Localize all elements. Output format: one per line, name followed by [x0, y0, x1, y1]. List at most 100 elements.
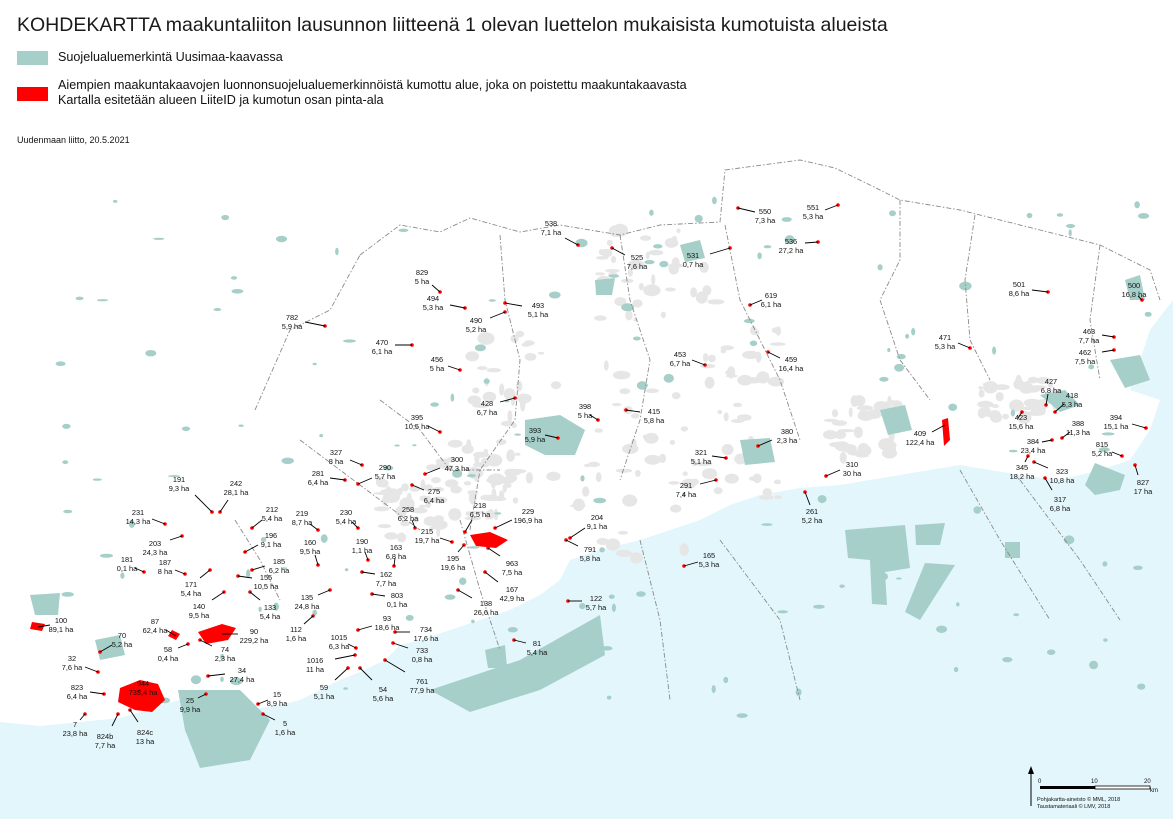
protected-area[interactable]: [761, 523, 773, 526]
protected-area[interactable]: [889, 210, 896, 217]
protected-area[interactable]: [749, 340, 758, 347]
protected-area[interactable]: [1133, 565, 1143, 570]
protected-area[interactable]: [763, 245, 772, 249]
protected-area[interactable]: [507, 627, 518, 633]
protected-area[interactable]: [608, 274, 620, 278]
protected-area[interactable]: [75, 296, 84, 301]
protected-area[interactable]: [894, 363, 905, 372]
protected-area[interactable]: [757, 252, 762, 260]
protected-area[interactable]: [817, 495, 827, 504]
protected-area[interactable]: [781, 217, 792, 222]
protected-area[interactable]: [712, 196, 717, 205]
protected-area[interactable]: [55, 361, 66, 367]
protected-area[interactable]: [659, 260, 669, 268]
protected-area[interactable]: [936, 625, 948, 633]
protected-area[interactable]: [636, 591, 646, 597]
protected-area[interactable]: [494, 512, 502, 515]
protected-area[interactable]: [120, 572, 125, 579]
protected-area[interactable]: [153, 237, 165, 240]
protected-area[interactable]: [953, 666, 959, 673]
protected-area[interactable]: [1002, 657, 1013, 663]
protected-area[interactable]: [649, 209, 654, 216]
protected-area[interactable]: [992, 346, 997, 355]
protected-area[interactable]: [1144, 311, 1152, 317]
protected-area[interactable]: [320, 534, 328, 543]
protected-area[interactable]: [30, 593, 60, 615]
protected-area[interactable]: [911, 328, 916, 336]
protected-area[interactable]: [1056, 213, 1064, 217]
protected-area[interactable]: [956, 602, 960, 607]
protected-area[interactable]: [190, 675, 202, 685]
protected-area[interactable]: [932, 567, 942, 571]
protected-area[interactable]: [633, 336, 641, 341]
protected-area[interactable]: [471, 619, 475, 624]
protected-area[interactable]: [231, 289, 244, 294]
protected-area[interactable]: [220, 676, 224, 682]
protected-area[interactable]: [879, 376, 889, 382]
protected-area[interactable]: [467, 474, 476, 478]
protected-area[interactable]: [398, 228, 409, 232]
protected-area[interactable]: [896, 577, 902, 580]
protected-area[interactable]: [887, 348, 891, 352]
protected-area[interactable]: [344, 568, 349, 572]
protected-area[interactable]: [579, 603, 586, 610]
protected-area[interactable]: [221, 214, 230, 221]
protected-area[interactable]: [663, 373, 674, 383]
protected-area[interactable]: [795, 688, 802, 696]
protected-area[interactable]: [181, 426, 191, 432]
protected-area[interactable]: [213, 308, 222, 311]
protected-area[interactable]: [905, 333, 910, 339]
protected-area[interactable]: [601, 646, 613, 651]
protected-area[interactable]: [1066, 224, 1076, 228]
protected-area[interactable]: [1102, 561, 1108, 567]
protected-area[interactable]: [711, 685, 716, 694]
protected-area[interactable]: [450, 393, 455, 402]
protected-area[interactable]: [230, 276, 238, 280]
protected-area[interactable]: [653, 244, 663, 249]
protected-area[interactable]: [839, 584, 845, 588]
protected-area[interactable]: [694, 214, 703, 223]
protected-area[interactable]: [514, 433, 522, 436]
protected-area[interactable]: [444, 594, 456, 600]
protected-area[interactable]: [63, 509, 73, 514]
protected-area[interactable]: [813, 604, 825, 609]
protected-area[interactable]: [608, 594, 615, 599]
protected-area[interactable]: [1103, 638, 1108, 642]
protected-area[interactable]: [611, 603, 617, 612]
protected-area[interactable]: [459, 577, 467, 585]
protected-area[interactable]: [312, 362, 317, 366]
protected-area[interactable]: [145, 350, 157, 357]
protected-area[interactable]: [61, 592, 74, 597]
protected-area[interactable]: [580, 475, 585, 482]
protected-area[interactable]: [474, 344, 486, 352]
map-canvas[interactable]: 5387,1 ha5257,6 ha5310,7 ha5507,3 ha5515…: [0, 0, 1173, 819]
protected-area[interactable]: [62, 460, 69, 465]
protected-area[interactable]: [100, 553, 113, 558]
protected-area[interactable]: [335, 247, 339, 256]
protected-area[interactable]: [238, 424, 244, 427]
protected-area[interactable]: [1137, 213, 1150, 219]
protected-area[interactable]: [468, 546, 480, 549]
protected-area[interactable]: [606, 695, 612, 700]
protected-area[interactable]: [740, 438, 775, 465]
protected-area[interactable]: [881, 573, 888, 580]
protected-area[interactable]: [246, 569, 251, 578]
protected-area[interactable]: [593, 497, 606, 504]
protected-area[interactable]: [777, 610, 788, 614]
protected-area[interactable]: [483, 378, 490, 384]
protected-area[interactable]: [736, 713, 748, 718]
protected-area[interactable]: [1008, 449, 1018, 453]
protected-area[interactable]: [1118, 369, 1122, 373]
protected-area[interactable]: [62, 423, 71, 429]
protected-area[interactable]: [595, 278, 615, 295]
protected-area[interactable]: [1068, 229, 1072, 237]
protected-area[interactable]: [343, 687, 348, 690]
protected-area[interactable]: [621, 303, 634, 312]
protected-area[interactable]: [92, 478, 102, 481]
protected-area[interactable]: [343, 339, 356, 343]
protected-area[interactable]: [488, 299, 496, 302]
protected-area[interactable]: [1134, 201, 1140, 209]
protected-area[interactable]: [412, 444, 417, 447]
protected-area[interactable]: [1047, 649, 1056, 655]
protected-area[interactable]: [929, 582, 937, 588]
